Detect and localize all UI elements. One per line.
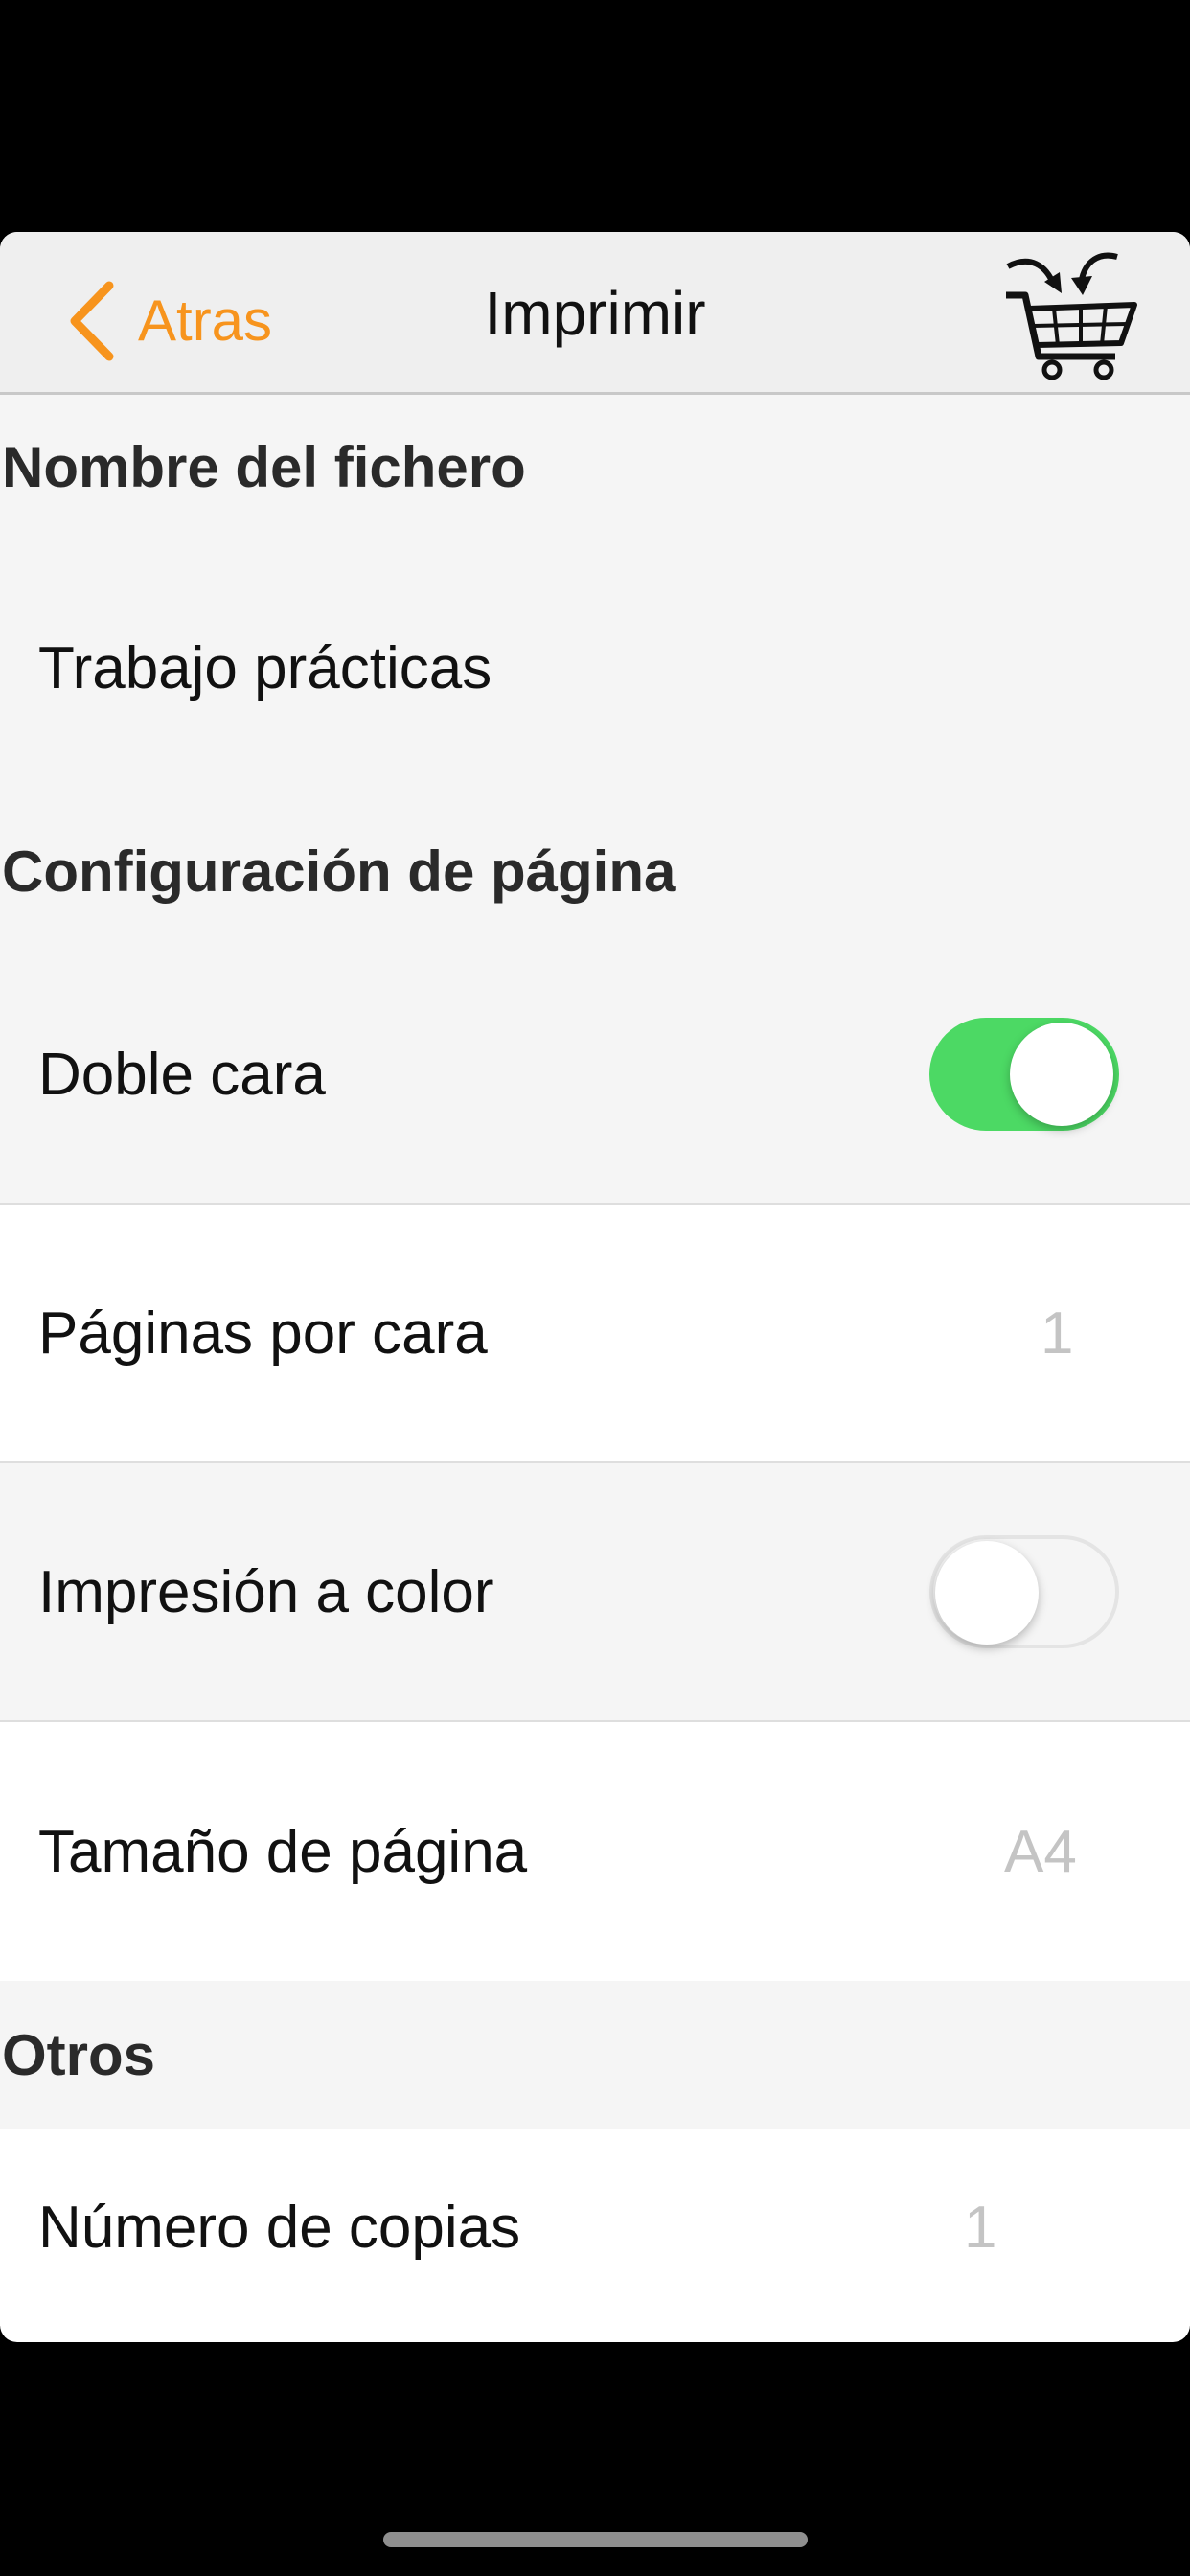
pages-per-side-row[interactable]: Páginas por cara 1 — [0, 1205, 1190, 1463]
print-settings-screen: Atras Imprimir Nombre del fichero Trabaj… — [0, 232, 1190, 2342]
page-size-value: A4 — [1004, 1818, 1077, 1885]
filename-row[interactable]: Trabajo prácticas — [0, 539, 1190, 797]
home-indicator[interactable] — [383, 2532, 808, 2547]
section-header-others: Otros — [0, 1981, 1190, 2129]
cart-button[interactable] — [1000, 243, 1144, 387]
filename-value: Trabajo prácticas — [38, 634, 492, 702]
page-size-row[interactable]: Tamaño de página A4 — [0, 1722, 1190, 1981]
back-button[interactable]: Atras — [63, 278, 272, 364]
double-sided-toggle[interactable] — [929, 1018, 1119, 1131]
settings-list: Nombre del fichero Trabajo prácticas Con… — [0, 395, 1190, 2326]
color-print-toggle[interactable] — [929, 1535, 1119, 1648]
copies-value: 1 — [964, 2195, 997, 2261]
cart-icon — [1006, 252, 1137, 380]
pages-per-side-label: Páginas por cara — [38, 1300, 488, 1367]
chevron-left-icon — [70, 281, 114, 361]
page-title: Imprimir — [484, 279, 706, 348]
toggle-knob — [935, 1541, 1039, 1644]
navigation-bar: Atras Imprimir — [0, 232, 1190, 395]
section-header-filename: Nombre del fichero — [0, 395, 1190, 539]
copies-label: Número de copias — [38, 2195, 521, 2261]
color-print-row: Impresión a color — [0, 1463, 1190, 1722]
section-header-page-config: Configuración de página — [0, 797, 1190, 946]
pages-per-side-value: 1 — [1041, 1300, 1074, 1367]
toggle-knob — [1010, 1023, 1113, 1126]
double-sided-row: Doble cara — [0, 946, 1190, 1205]
back-button-label: Atras — [138, 288, 273, 353]
copies-row[interactable]: Número de copias 1 — [0, 2129, 1190, 2326]
